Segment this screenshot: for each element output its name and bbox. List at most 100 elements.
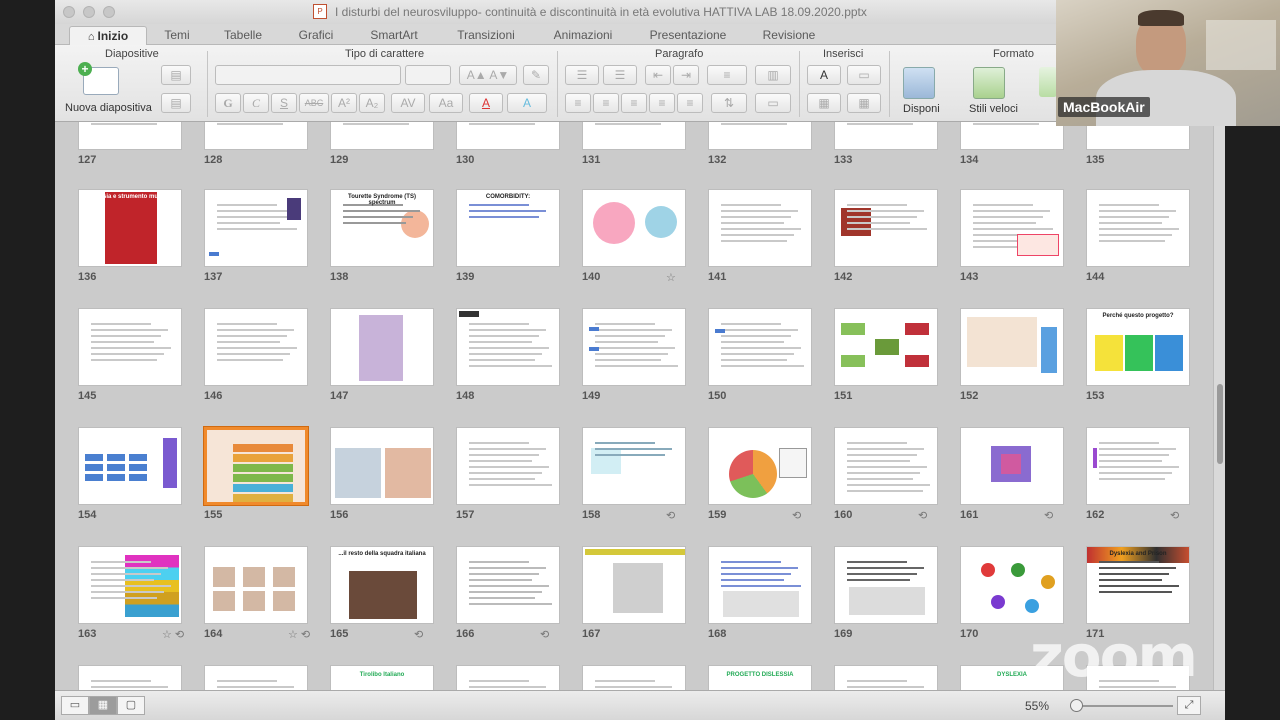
slide-thumbnail[interactable] bbox=[582, 189, 686, 267]
slide-thumbnail[interactable] bbox=[960, 308, 1064, 386]
slide-thumbnail[interactable] bbox=[960, 122, 1064, 150]
slide-thumbnail[interactable] bbox=[708, 122, 812, 150]
quick-styles-icon[interactable] bbox=[973, 67, 1005, 99]
font-size-select[interactable] bbox=[405, 65, 451, 85]
vertical-scrollbar[interactable] bbox=[1213, 122, 1225, 690]
subscript-button[interactable]: A₂ bbox=[359, 93, 385, 113]
slide-thumbnail[interactable] bbox=[834, 546, 938, 624]
slide-sorter[interactable]: 127 128 129 130 131 132 133 134 135 Dislessia e s… bbox=[55, 122, 1213, 690]
slide-thumbnail[interactable] bbox=[582, 308, 686, 386]
tab-grafici[interactable]: Grafici bbox=[289, 26, 343, 45]
slide-thumbnail[interactable]: Dyslexia and Prison bbox=[1086, 546, 1190, 624]
slide-thumbnail[interactable] bbox=[330, 427, 434, 505]
slide-thumbnail[interactable] bbox=[1086, 122, 1190, 150]
line-spacing-button[interactable]: ≡ bbox=[707, 65, 747, 85]
slide-thumbnail[interactable]: COMORBIDITY: bbox=[456, 189, 560, 267]
tab-smartart[interactable]: SmartArt bbox=[359, 26, 429, 45]
slide-thumbnail[interactable] bbox=[834, 189, 938, 267]
slide-thumbnail-partial[interactable] bbox=[582, 665, 686, 690]
underline-button[interactable]: S bbox=[271, 93, 297, 113]
tab-revisione[interactable]: Revisione bbox=[753, 26, 825, 45]
slide-thumbnail[interactable] bbox=[456, 427, 560, 505]
columns-button[interactable]: ▥ bbox=[755, 65, 791, 85]
slide-thumbnail[interactable] bbox=[204, 189, 308, 267]
superscript-button[interactable]: A² bbox=[331, 93, 357, 113]
slide-thumbnail-partial[interactable] bbox=[456, 665, 560, 690]
char-spacing-button[interactable]: AV bbox=[391, 93, 425, 113]
text-direction-button[interactable]: ⇅ bbox=[711, 93, 747, 113]
slide-thumbnail[interactable] bbox=[582, 427, 686, 505]
slide-thumbnail[interactable] bbox=[204, 122, 308, 150]
tab-inizio[interactable]: ⌂ Inizio bbox=[69, 26, 147, 45]
normal-view-button[interactable]: ▭ bbox=[61, 696, 89, 715]
presenter-view-button[interactable]: ▢ bbox=[117, 696, 145, 715]
slide-thumbnail[interactable] bbox=[834, 308, 938, 386]
text-effects-button[interactable]: A bbox=[507, 93, 547, 113]
align-center-button[interactable]: ≡ bbox=[593, 93, 619, 113]
section-button[interactable]: ▤ bbox=[161, 93, 191, 113]
layout-button[interactable]: ▤ bbox=[161, 65, 191, 85]
quick-styles-button[interactable]: Stili veloci bbox=[969, 103, 1018, 115]
font-color-button[interactable]: A bbox=[469, 93, 503, 113]
slide-thumbnail[interactable] bbox=[708, 189, 812, 267]
clear-format-button[interactable]: ✎ bbox=[523, 65, 549, 85]
slide-sorter-view-button[interactable]: ▦ bbox=[89, 696, 117, 715]
slide-thumbnail[interactable] bbox=[960, 189, 1064, 267]
indent-button[interactable]: ⇥ bbox=[673, 65, 699, 85]
zoom-window-button[interactable] bbox=[103, 6, 115, 18]
slide-thumbnail[interactable]: Dislessia e strumento musicale bbox=[78, 189, 182, 267]
slide-thumbnail[interactable] bbox=[204, 427, 308, 505]
change-case-button[interactable]: Aa bbox=[429, 93, 463, 113]
align-left-button[interactable]: ≡ bbox=[565, 93, 591, 113]
slide-thumbnail-partial[interactable] bbox=[204, 665, 308, 690]
slide-thumbnail[interactable] bbox=[1086, 427, 1190, 505]
justify-button[interactable]: ≡ bbox=[649, 93, 675, 113]
minimize-button[interactable] bbox=[83, 6, 95, 18]
slide-thumbnail[interactable] bbox=[582, 546, 686, 624]
smartart-button[interactable]: ▦ bbox=[847, 93, 881, 113]
slide-thumbnail[interactable] bbox=[834, 122, 938, 150]
slide-thumbnail-partial[interactable]: PROGETTO DISLESSIA bbox=[708, 665, 812, 690]
close-button[interactable] bbox=[63, 6, 75, 18]
slide-thumbnail[interactable]: Tourette Syndrome (TS) spectrum bbox=[330, 189, 434, 267]
picture-button[interactable]: ▦ bbox=[807, 93, 841, 113]
shape-fill-icon[interactable] bbox=[1039, 67, 1057, 97]
slide-thumbnail[interactable] bbox=[456, 308, 560, 386]
slide-thumbnail[interactable] bbox=[960, 427, 1064, 505]
slide-thumbnail-partial[interactable] bbox=[78, 665, 182, 690]
distribute-button[interactable]: ≡ bbox=[677, 93, 703, 113]
tab-presentazione[interactable]: Presentazione bbox=[639, 26, 737, 45]
arrange-icon[interactable] bbox=[903, 67, 935, 99]
slide-thumbnail[interactable] bbox=[582, 122, 686, 150]
slide-thumbnail[interactable] bbox=[78, 427, 182, 505]
strike-button[interactable]: ABC bbox=[299, 93, 329, 113]
slide-thumbnail[interactable] bbox=[834, 427, 938, 505]
slide-thumbnail[interactable] bbox=[708, 546, 812, 624]
align-right-button[interactable]: ≡ bbox=[621, 93, 647, 113]
new-slide-icon[interactable]: + bbox=[78, 62, 119, 95]
bold-button[interactable]: G bbox=[215, 93, 241, 113]
fit-window-button[interactable]: ⤢ bbox=[1177, 696, 1201, 715]
slide-thumbnail[interactable]: ...il resto della squadra italiana bbox=[330, 546, 434, 624]
outdent-button[interactable]: ⇤ bbox=[645, 65, 671, 85]
font-name-select[interactable] bbox=[215, 65, 401, 85]
slide-thumbnail-partial[interactable] bbox=[834, 665, 938, 690]
bullets-button[interactable]: ☰ bbox=[565, 65, 599, 85]
new-slide-button[interactable]: Nuova diapositiva bbox=[65, 102, 152, 114]
arrange-button[interactable]: Disponi bbox=[903, 103, 940, 115]
font-grow-shrink[interactable]: A▲ A▼ bbox=[459, 65, 517, 85]
slide-thumbnail[interactable] bbox=[960, 546, 1064, 624]
slide-thumbnail[interactable]: Perché questo progetto? bbox=[1086, 308, 1190, 386]
numbering-button[interactable]: ☰ bbox=[603, 65, 637, 85]
slide-thumbnail[interactable] bbox=[708, 427, 812, 505]
align-text-button[interactable]: ▭ bbox=[755, 93, 791, 113]
scroll-thumb[interactable] bbox=[1217, 384, 1223, 464]
tab-temi[interactable]: Temi bbox=[155, 26, 199, 45]
tab-tabelle[interactable]: Tabelle bbox=[215, 26, 271, 45]
slide-thumbnail[interactable] bbox=[330, 308, 434, 386]
slide-thumbnail[interactable] bbox=[456, 546, 560, 624]
tab-transizioni[interactable]: Transizioni bbox=[445, 26, 527, 45]
slide-thumbnail[interactable] bbox=[204, 308, 308, 386]
slide-thumbnail[interactable] bbox=[456, 122, 560, 150]
tab-animazioni[interactable]: Animazioni bbox=[543, 26, 623, 45]
